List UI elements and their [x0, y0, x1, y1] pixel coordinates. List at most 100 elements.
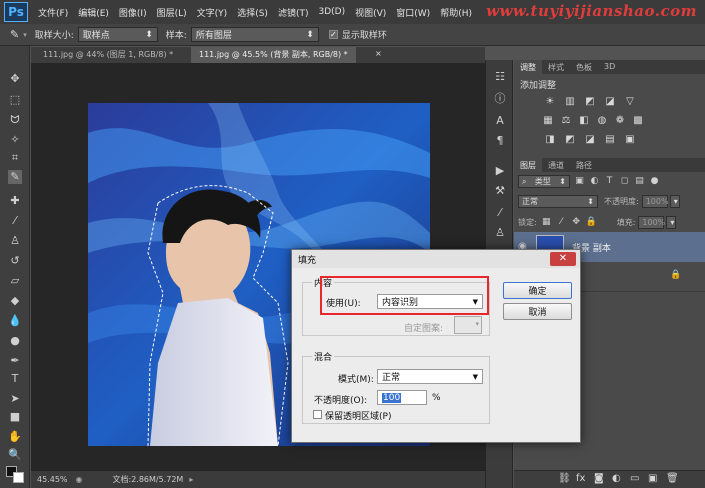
- layer-style-icon[interactable]: fx: [576, 473, 585, 484]
- channel-mixer-icon[interactable]: ❁: [614, 115, 626, 127]
- black-white-icon[interactable]: ◧: [578, 115, 590, 127]
- tab-paths[interactable]: 路径: [570, 158, 598, 172]
- menu-view[interactable]: 视图(V): [355, 6, 386, 19]
- show-ring-checkbox[interactable]: ✓: [328, 30, 338, 39]
- smart-object-filter-icon[interactable]: ▤: [634, 176, 645, 187]
- opacity-field[interactable]: 100%: [641, 195, 669, 208]
- menu-filter[interactable]: 滤镜(T): [278, 6, 309, 19]
- tab-document-2[interactable]: 111.jpg @ 45.5% (背景 副本, RGB/8) *: [191, 47, 356, 63]
- tab-styles[interactable]: 样式: [542, 60, 570, 74]
- chevron-right-icon[interactable]: ▸: [189, 475, 193, 484]
- tab-channels[interactable]: 通道: [542, 158, 570, 172]
- lock-pixels-icon[interactable]: ▦: [541, 217, 552, 228]
- ok-button[interactable]: 确定: [503, 282, 572, 299]
- tab-document-1[interactable]: 111.jpg @ 44% (图层 1, RGB/8) *: [35, 47, 181, 63]
- layer-kind-select[interactable]: ⌕ 类型 ⬍: [518, 175, 570, 188]
- rectangle-tool-icon[interactable]: ■: [8, 410, 22, 424]
- lock-move-icon[interactable]: ✥: [571, 217, 582, 228]
- tab-swatches[interactable]: 色板: [570, 60, 598, 74]
- hue-saturation-icon[interactable]: ▦: [542, 115, 554, 127]
- pen-tool-icon[interactable]: ✒: [8, 354, 22, 368]
- shape-filter-icon[interactable]: ◻: [619, 176, 630, 187]
- crop-tool-icon[interactable]: ⌗: [8, 151, 22, 165]
- healing-brush-tool-icon[interactable]: ✚: [8, 194, 22, 208]
- fill-field[interactable]: 100%: [638, 216, 665, 229]
- custom-pattern-picker[interactable]: ▾: [454, 316, 482, 334]
- preserve-transparency-checkbox[interactable]: [313, 410, 322, 419]
- type-tool-icon[interactable]: T: [8, 372, 22, 386]
- curves-icon[interactable]: ◩: [584, 96, 596, 108]
- pixel-filter-icon[interactable]: ▣: [574, 176, 585, 187]
- trash-icon[interactable]: 🗑: [666, 473, 679, 484]
- lock-paint-icon[interactable]: ⁄: [556, 217, 567, 228]
- blur-tool-icon[interactable]: 💧: [8, 314, 22, 328]
- menu-help[interactable]: 帮助(H): [440, 6, 472, 19]
- paragraph-icon[interactable]: ¶: [493, 134, 507, 148]
- selective-color-icon[interactable]: ▣: [624, 134, 636, 146]
- menu-layer[interactable]: 图层(L): [157, 6, 187, 19]
- lasso-tool-icon[interactable]: ᗢ: [8, 113, 22, 127]
- photo-filter-icon[interactable]: ◍: [596, 115, 608, 127]
- menu-edit[interactable]: 编辑(E): [78, 6, 109, 19]
- brush-panel-icon[interactable]: ⁄: [493, 206, 507, 220]
- brush-tool-icon[interactable]: ⁄: [8, 214, 22, 228]
- move-tool-icon[interactable]: ✥: [8, 72, 22, 86]
- menu-type[interactable]: 文字(Y): [197, 6, 228, 19]
- close-icon[interactable]: ×: [375, 49, 382, 58]
- zoom-level[interactable]: 45.45%: [37, 475, 68, 484]
- clone-stamp-tool-icon[interactable]: ♙: [8, 234, 22, 248]
- dodge-tool-icon[interactable]: ●: [8, 334, 22, 348]
- tab-layers[interactable]: 图层: [514, 158, 542, 172]
- cancel-button[interactable]: 取消: [503, 303, 572, 320]
- background-color-swatch[interactable]: [13, 472, 24, 483]
- exposure-icon[interactable]: ◪: [604, 96, 616, 108]
- info-icon[interactable]: ◉: [76, 475, 83, 484]
- character-icon[interactable]: A: [493, 114, 507, 128]
- color-balance-icon[interactable]: ⚖: [560, 115, 572, 127]
- adjustment-filter-icon[interactable]: ◐: [589, 176, 600, 187]
- levels-icon[interactable]: ▥: [564, 96, 576, 108]
- eyedropper-tool-icon[interactable]: ✎: [8, 170, 22, 184]
- threshold-icon[interactable]: ◪: [584, 134, 596, 146]
- hand-tool-icon[interactable]: ✋: [8, 430, 22, 444]
- history-icon[interactable]: ☷: [493, 70, 507, 84]
- menu-3d[interactable]: 3D(D): [318, 7, 345, 17]
- close-button[interactable]: ✕: [550, 252, 576, 266]
- new-group-icon[interactable]: ▭: [630, 473, 639, 484]
- menu-file[interactable]: 文件(F): [38, 6, 68, 19]
- paint-bucket-tool-icon[interactable]: ◆: [8, 294, 22, 308]
- chevron-down-icon[interactable]: ▾: [669, 195, 680, 208]
- invert-icon[interactable]: ◨: [544, 134, 556, 146]
- eraser-tool-icon[interactable]: ▱: [8, 274, 22, 288]
- type-filter-icon[interactable]: T: [604, 176, 615, 187]
- posterize-icon[interactable]: ◩: [564, 134, 576, 146]
- menu-image[interactable]: 图像(I): [119, 6, 147, 19]
- new-layer-icon[interactable]: ▣: [648, 473, 657, 484]
- eyedropper-icon[interactable]: ✎: [10, 28, 19, 41]
- actions-icon[interactable]: ▶: [493, 164, 507, 178]
- tab-adjustments[interactable]: 调整: [514, 60, 542, 74]
- menu-window[interactable]: 窗口(W): [396, 6, 430, 19]
- path-select-tool-icon[interactable]: ➤: [8, 392, 22, 406]
- clone-source-icon[interactable]: ♙: [493, 226, 507, 240]
- history-brush-tool-icon[interactable]: ↺: [8, 254, 22, 268]
- dialog-title-bar[interactable]: 填充 ✕: [292, 250, 580, 268]
- sample-size-select[interactable]: 取样点 ⬍: [77, 27, 158, 42]
- tab-3d[interactable]: 3D: [598, 60, 621, 74]
- tool-presets-icon[interactable]: ⚒: [493, 184, 507, 198]
- info-panel-icon[interactable]: ⓘ: [493, 92, 507, 106]
- mode-select[interactable]: 正常 ▼: [377, 369, 483, 384]
- color-lookup-icon[interactable]: ▩: [632, 115, 644, 127]
- marquee-tool-icon[interactable]: ⬚: [8, 93, 22, 107]
- link-layers-icon[interactable]: ⛓: [558, 473, 571, 484]
- chevron-down-icon[interactable]: ▾: [666, 216, 677, 229]
- menu-select[interactable]: 选择(S): [237, 6, 268, 19]
- chevron-down-icon[interactable]: ▾: [23, 31, 27, 39]
- lock-all-icon[interactable]: 🔒: [586, 217, 597, 228]
- gradient-map-icon[interactable]: ▤: [604, 134, 616, 146]
- blend-mode-select[interactable]: 正常 ⬍: [518, 195, 598, 208]
- new-adjustment-icon[interactable]: ◐: [612, 473, 621, 484]
- add-mask-icon[interactable]: ◙: [594, 473, 604, 484]
- dialog-opacity-input[interactable]: 100: [377, 390, 427, 405]
- sample-select[interactable]: 所有图层 ⬍: [190, 27, 319, 42]
